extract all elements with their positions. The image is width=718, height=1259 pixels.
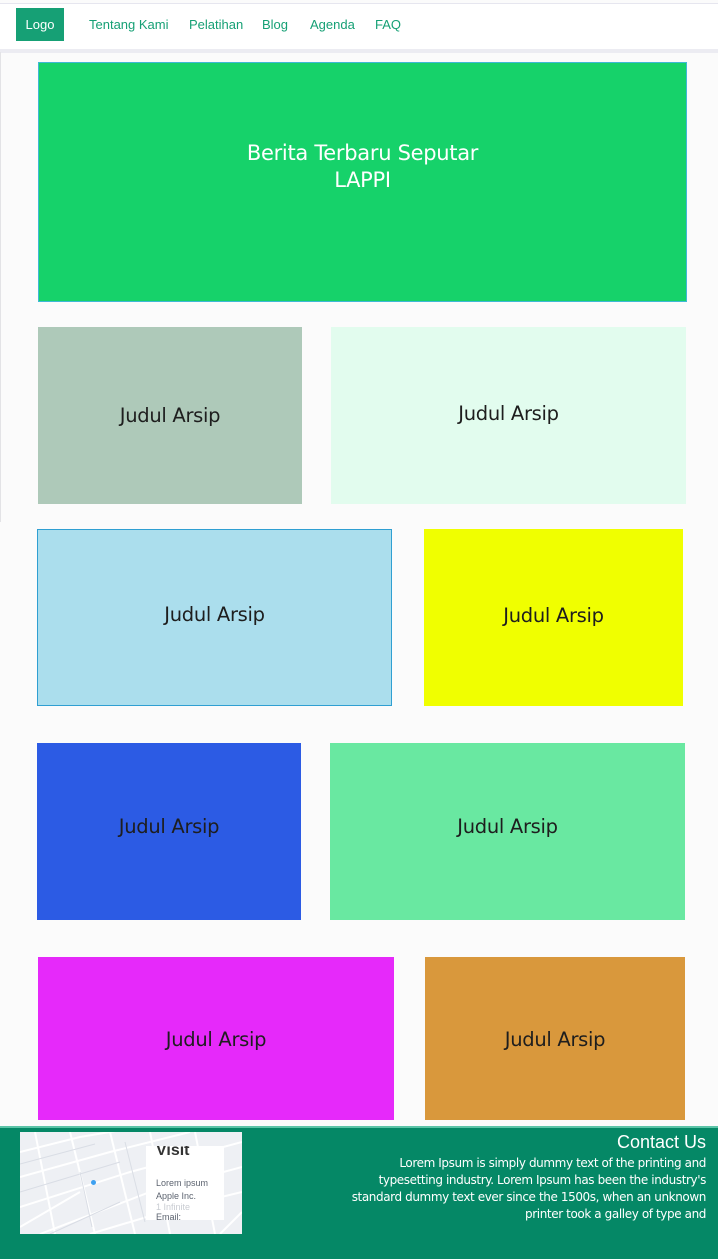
map-card-line: Apple Inc.: [156, 1191, 197, 1201]
archive-card-8[interactable]: Judul Arsip: [425, 957, 685, 1120]
archive-card-4[interactable]: Judul Arsip: [424, 529, 683, 706]
page-left-border: [0, 52, 1, 522]
map-info-card: Visit Lorem ipsum Apple Inc. 1 Infinite …: [146, 1146, 224, 1220]
nav-link-tentang-kami[interactable]: Tentang Kami: [89, 17, 169, 32]
map-card-title: Visit: [156, 1146, 190, 1159]
map-card-line: Email:: [156, 1212, 182, 1220]
nav-link-pelatihan[interactable]: Pelatihan: [189, 17, 243, 32]
archive-card-label: Judul Arsip: [119, 404, 221, 427]
navbar: Logo Tentang Kami Pelatihan Blog Agenda …: [0, 3, 718, 53]
hero-title-line-2: LAPPI: [334, 168, 391, 192]
nav-link-faq[interactable]: FAQ: [375, 17, 401, 32]
archive-card-label: Judul Arsip: [504, 1028, 606, 1051]
nav-link-blog[interactable]: Blog: [262, 17, 288, 32]
hero-banner[interactable]: Berita Terbaru Seputar LAPPI: [38, 62, 687, 302]
map-card-line: 1 Infinite: [156, 1202, 191, 1212]
map-card-line: Lorem ipsum: [156, 1178, 209, 1188]
contact-text: Lorem Ipsum is simply dummy text of the …: [351, 1156, 707, 1221]
archive-card-label: Judul Arsip: [503, 604, 604, 627]
archive-card-2[interactable]: Judul Arsip: [331, 327, 686, 504]
archive-card-5[interactable]: Judul Arsip: [37, 743, 301, 920]
logo[interactable]: Logo: [16, 8, 64, 41]
contact-title: Contact Us: [616, 1132, 706, 1152]
nav-link-agenda[interactable]: Agenda: [310, 17, 355, 32]
hero-title-line-1: Berita Terbaru Seputar: [246, 141, 479, 165]
archive-card-label: Judul Arsip: [118, 814, 220, 838]
footer: Visit Lorem ipsum Apple Inc. 1 Infinite …: [0, 1126, 718, 1259]
archive-card-7[interactable]: Judul Arsip: [38, 957, 394, 1120]
archive-card-label: Judul Arsip: [164, 603, 265, 626]
embedded-map[interactable]: Visit Lorem ipsum Apple Inc. 1 Infinite …: [20, 1132, 242, 1234]
map-pin-icon[interactable]: [91, 1180, 96, 1185]
archive-card-3[interactable]: Judul Arsip: [37, 529, 392, 706]
archive-card-1[interactable]: Judul Arsip: [38, 327, 302, 504]
archive-card-6[interactable]: Judul Arsip: [330, 743, 685, 920]
archive-card-label: Judul Arsip: [165, 1028, 267, 1051]
hero-title: Berita Terbaru Seputar LAPPI: [233, 140, 493, 194]
archive-card-label: Judul Arsip: [458, 402, 559, 425]
archive-card-label: Judul Arsip: [457, 814, 558, 838]
